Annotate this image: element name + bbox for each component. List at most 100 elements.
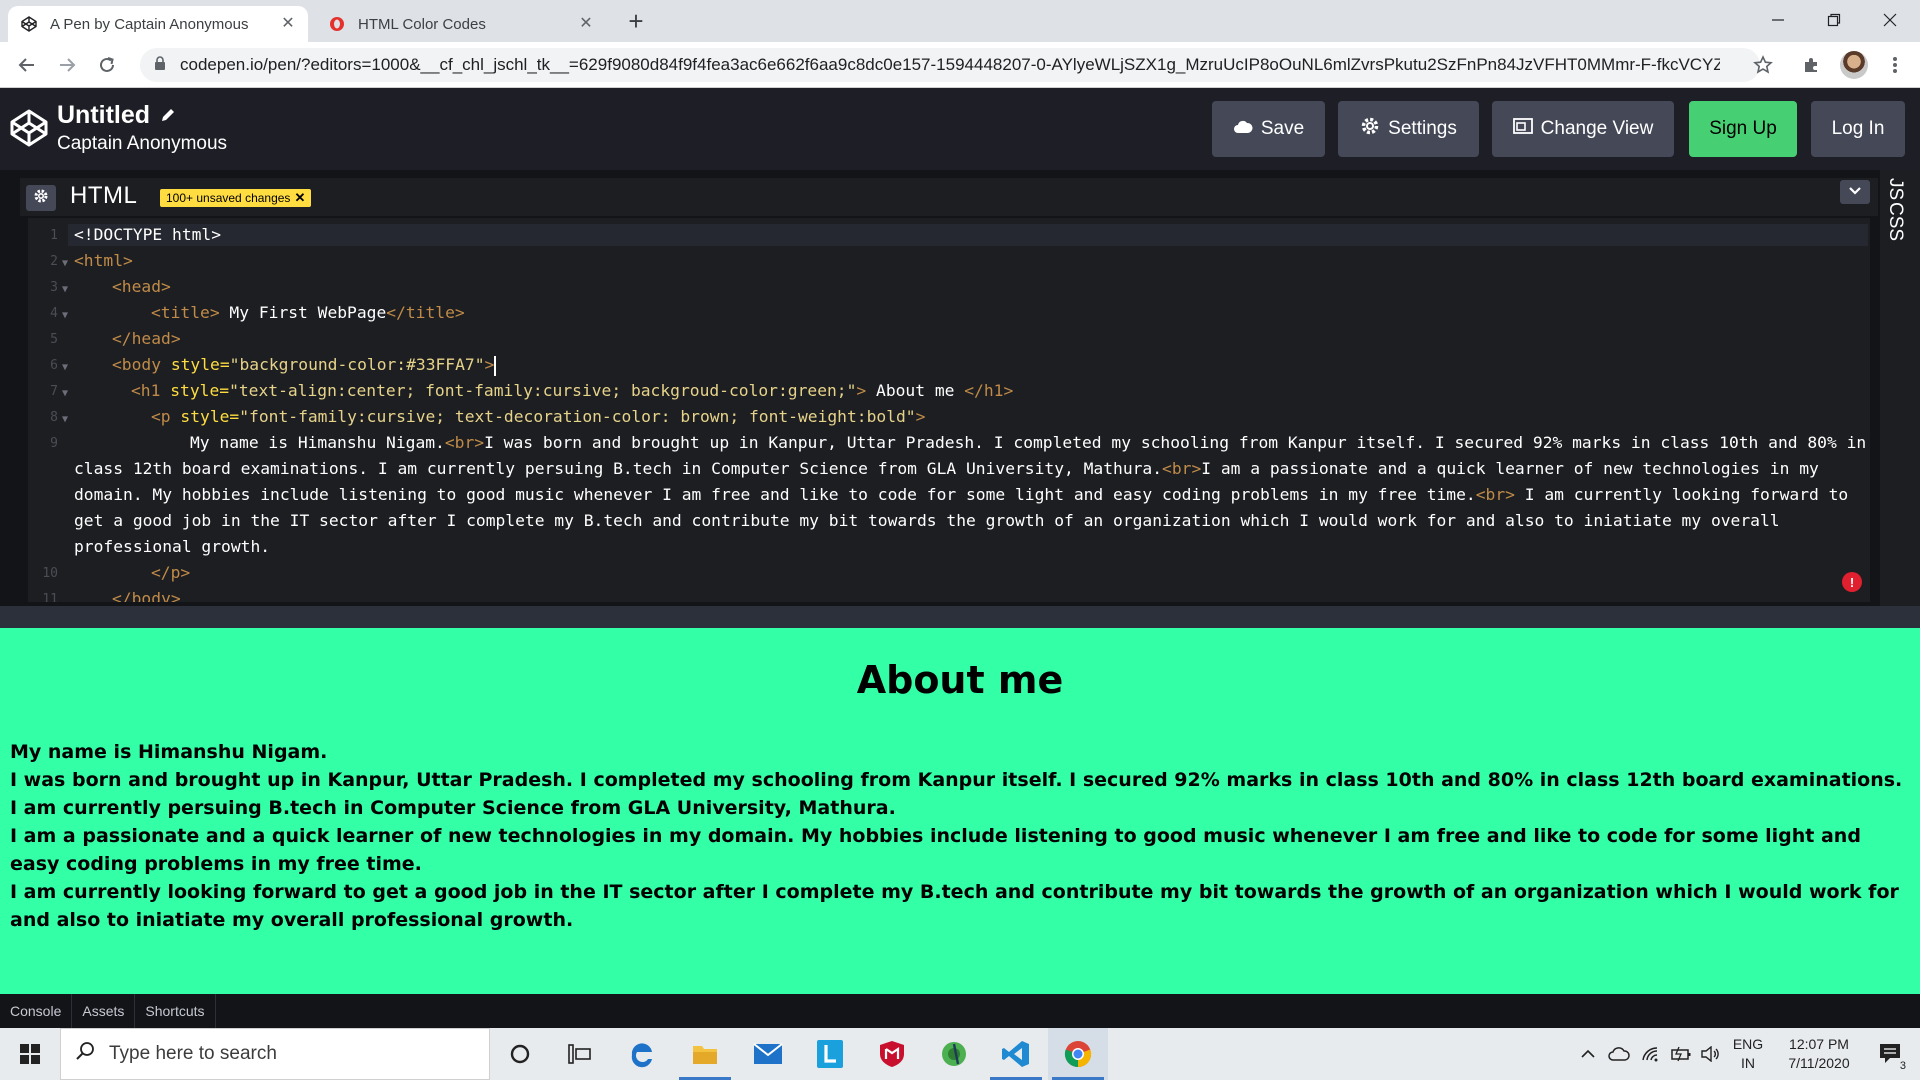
edge-browser-icon[interactable] — [612, 1028, 672, 1080]
doctype-token: <!DOCTYPE html> — [74, 225, 222, 244]
onedrive-cloud-icon[interactable] — [1604, 1028, 1634, 1080]
pen-title[interactable]: Untitled — [57, 101, 176, 130]
bookmark-star-icon[interactable] — [1748, 50, 1778, 80]
fold-arrow-icon[interactable]: ▼ — [62, 362, 68, 373]
text-token: About me — [866, 381, 965, 400]
close-tab-icon[interactable]: ✕ — [578, 16, 594, 32]
tag-token: <body — [112, 355, 162, 374]
tag-token: > — [484, 355, 495, 374]
tag-token: <br> — [444, 433, 485, 452]
change-view-button[interactable]: Change View — [1492, 101, 1674, 157]
task-view-icon[interactable] — [550, 1028, 610, 1080]
text-token: My name is Himanshu Nigam. — [190, 433, 445, 452]
code-line: </p> — [151, 560, 190, 586]
tag-token: </head> — [112, 329, 181, 348]
address-bar[interactable]: codepen.io/pen/?editors=1000&__cf_chl_js… — [140, 48, 1760, 82]
dismiss-x-icon[interactable]: ✕ — [294, 190, 305, 206]
windows-taskbar: Type here to search ENG IN 12:07 PM 7/11… — [0, 1028, 1920, 1080]
line-number: 5 — [50, 332, 58, 347]
forward-icon[interactable] — [52, 50, 82, 80]
tab-codepen[interactable]: A Pen by Captain Anonymous ✕ — [8, 6, 308, 42]
editor-header: HTML 100+ unsaved changes ✕ — [20, 178, 1878, 216]
pen-title-text: Untitled — [57, 101, 151, 129]
vscode-icon[interactable] — [986, 1028, 1046, 1080]
tab-html-color-codes[interactable]: HTML Color Codes ✕ — [316, 6, 606, 42]
language-code: ENG — [1732, 1036, 1764, 1052]
l-app-icon[interactable] — [800, 1028, 860, 1080]
opera-favicon-icon — [328, 15, 346, 33]
close-tab-icon[interactable]: ✕ — [280, 16, 296, 32]
android-studio-icon[interactable] — [924, 1028, 984, 1080]
battery-icon[interactable] — [1668, 1028, 1696, 1080]
volume-icon[interactable] — [1698, 1028, 1724, 1080]
attr-token: style= — [170, 355, 230, 374]
taskbar-search-input[interactable]: Type here to search — [60, 1028, 490, 1080]
tab-title: HTML Color Codes — [358, 15, 486, 33]
console-button[interactable]: Console — [0, 994, 73, 1028]
tab-js[interactable]: JS — [1884, 178, 1906, 200]
mail-icon[interactable] — [738, 1028, 798, 1080]
action-center-icon[interactable]: 3 — [1868, 1028, 1914, 1080]
profile-avatar[interactable] — [1840, 51, 1868, 79]
sign-up-button[interactable]: Sign Up — [1689, 101, 1797, 157]
collapsed-editors: JS CSS — [1880, 170, 1920, 606]
codepen-favicon-icon — [20, 15, 38, 33]
save-label: Save — [1260, 118, 1305, 139]
string-token: "font-family:cursive; text-decoration-co… — [239, 407, 916, 426]
windows-start-icon[interactable] — [0, 1028, 60, 1080]
back-icon[interactable] — [12, 50, 42, 80]
tag-token: </body> — [112, 589, 181, 602]
assets-button[interactable]: Assets — [72, 994, 136, 1028]
tag-token: <br> — [1162, 459, 1202, 478]
extensions-puzzle-icon[interactable] — [1796, 50, 1826, 80]
pane-resizer[interactable] — [0, 606, 1920, 628]
editor-settings-button[interactable] — [26, 185, 56, 211]
wifi-icon[interactable] — [1636, 1028, 1666, 1080]
codepen-logo-icon[interactable] — [9, 108, 49, 148]
fold-arrow-icon[interactable]: ▼ — [62, 414, 68, 425]
tab-title: A Pen by Captain Anonymous — [50, 15, 249, 33]
new-tab-button[interactable]: + — [622, 8, 650, 36]
save-button[interactable]: Save — [1212, 101, 1325, 157]
show-hidden-icons-chevron-icon[interactable] — [1575, 1028, 1601, 1080]
line-number: 6 — [50, 358, 58, 373]
line-number: 1 — [50, 228, 58, 243]
clock-time: 12:07 PM — [1789, 1036, 1849, 1052]
fold-arrow-icon[interactable]: ▼ — [62, 284, 68, 295]
region-code: IN — [1741, 1055, 1755, 1071]
tag-token: > — [856, 381, 867, 400]
file-explorer-icon[interactable] — [675, 1028, 735, 1080]
fold-arrow-icon[interactable]: ▼ — [62, 258, 68, 269]
restore-icon[interactable] — [1806, 0, 1862, 40]
error-indicator-icon[interactable]: ! — [1842, 572, 1862, 592]
clock-date: 7/11/2020 — [1788, 1055, 1850, 1071]
unsaved-changes-badge[interactable]: 100+ unsaved changes ✕ — [160, 189, 312, 207]
browser-menu-icon[interactable] — [1880, 50, 1910, 80]
reload-icon[interactable] — [92, 50, 122, 80]
tab-css[interactable]: CSS — [1884, 202, 1906, 241]
string-token: "background-color:#33FFA7" — [229, 355, 485, 374]
line-number: 9 — [50, 436, 58, 451]
code-line: <title> My First WebPage</title> — [151, 300, 465, 326]
fold-arrow-icon[interactable]: ▼ — [62, 388, 68, 399]
editor-collapse-button[interactable] — [1840, 180, 1870, 204]
editor-language-label: HTML — [70, 182, 138, 209]
html-code-editor[interactable]: 1 2 3 4 5 6 7 8 9 10 11 ▼ ▼ ▼ ▼ ▼ ▼ <!DO… — [28, 218, 1870, 602]
cortana-icon[interactable] — [490, 1028, 550, 1080]
gear-icon — [33, 188, 49, 209]
mcafee-shield-icon[interactable] — [862, 1028, 922, 1080]
input-language-indicator[interactable]: ENG IN — [1730, 1028, 1766, 1080]
minimize-icon[interactable] — [1750, 0, 1806, 40]
close-window-icon[interactable] — [1862, 0, 1918, 40]
edit-pencil-icon[interactable] — [160, 101, 176, 130]
chrome-icon[interactable] — [1048, 1028, 1108, 1080]
log-in-button[interactable]: Log In — [1811, 101, 1905, 157]
tag-token: </h1> — [964, 381, 1014, 400]
fold-arrow-icon[interactable]: ▼ — [62, 310, 68, 321]
clock[interactable]: 12:07 PM 7/11/2020 — [1772, 1028, 1866, 1080]
code-line: </head> — [112, 326, 181, 352]
code-line: <h1 style="text-align:center; font-famil… — [131, 378, 1013, 404]
shortcuts-button[interactable]: Shortcuts — [135, 994, 216, 1028]
settings-button[interactable]: Settings — [1338, 101, 1479, 157]
line-number: 3 — [50, 280, 58, 295]
